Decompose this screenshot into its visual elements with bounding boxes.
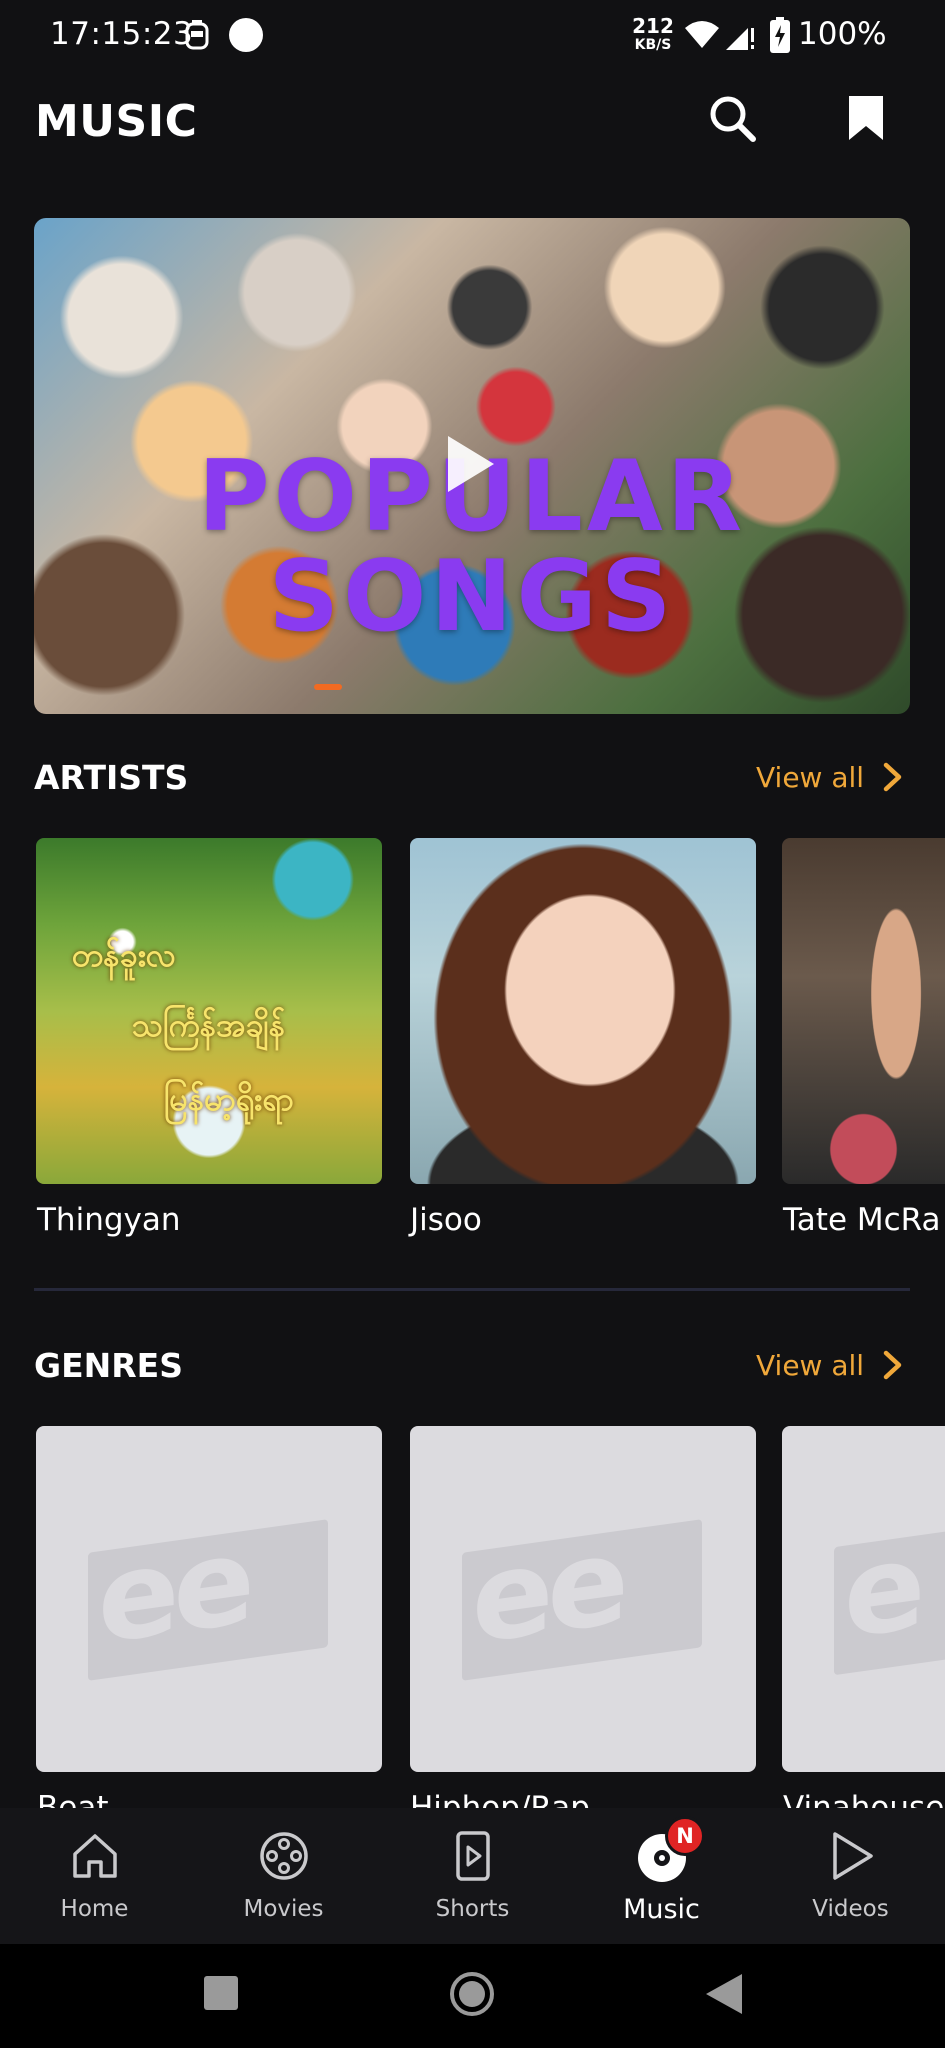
bookmark-icon[interactable] <box>846 94 886 142</box>
nav-item-shorts[interactable]: Shorts <box>378 1808 567 1944</box>
nav-label: Music <box>623 1894 700 1925</box>
battery-percent: 100% <box>798 16 887 52</box>
genre-card-hiphop-rap[interactable]: ee <box>410 1426 756 1772</box>
nav-label: Shorts <box>435 1896 510 1922</box>
home-button-icon[interactable] <box>450 1972 494 2016</box>
chevron-right-icon[interactable] <box>882 1350 904 1380</box>
network-speed: 212 KB/S <box>632 14 674 53</box>
genres-section-title: GENRES <box>34 1346 183 1385</box>
nav-item-videos[interactable]: Videos <box>756 1808 945 1944</box>
chevron-right-icon[interactable] <box>882 762 904 792</box>
battery-charging-icon <box>770 17 790 53</box>
artist-card-jisoo[interactable] <box>410 838 756 1184</box>
page-title: MUSIC <box>35 96 198 147</box>
artist-label[interactable]: Tate McRa <box>783 1202 941 1238</box>
placeholder-logo-text: ee <box>472 1511 623 1672</box>
signal-icon <box>726 28 754 50</box>
notification-app-icon <box>185 20 209 50</box>
genre-card-beat[interactable]: ee <box>36 1426 382 1772</box>
status-time: 17:15:23 <box>50 16 194 52</box>
search-icon[interactable] <box>706 92 758 144</box>
artist-card-thingyan[interactable]: တန်ခူးလ သင်္ကြန်အချိန် မြန်မာ့ရိုးရာ <box>36 838 382 1184</box>
nav-item-music[interactable]: N Music <box>567 1808 756 1944</box>
shorts-icon <box>456 1831 490 1881</box>
artist-card-tate-mcrae[interactable] <box>782 838 945 1184</box>
status-bar: 17:15:23 212 KB/S 100% <box>0 0 945 72</box>
artists-section-title: ARTISTS <box>34 758 189 797</box>
home-icon <box>73 1834 117 1878</box>
back-icon[interactable] <box>706 1974 742 2014</box>
carousel-indicator <box>314 684 342 690</box>
nav-label: Videos <box>812 1896 889 1922</box>
nav-label: Home <box>60 1896 129 1922</box>
genres-view-all-link[interactable]: View all <box>756 1349 864 1382</box>
placeholder-logo-text: e <box>844 1516 920 1667</box>
placeholder-logo-text: ee <box>98 1511 249 1672</box>
notification-badge: N <box>665 1816 705 1856</box>
play-icon <box>833 1832 873 1880</box>
nav-item-movies[interactable]: Movies <box>189 1808 378 1944</box>
nav-label: Movies <box>243 1896 324 1922</box>
wifi-icon <box>685 21 719 48</box>
banner-title-line2: SONGS <box>268 540 676 654</box>
recents-icon[interactable] <box>204 1976 238 2010</box>
artist-label[interactable]: Thingyan <box>37 1202 181 1238</box>
featured-banner[interactable]: POPULAR SONGS <box>34 218 910 714</box>
artists-view-all-link[interactable]: View all <box>756 761 864 794</box>
genre-card-vinahouse[interactable]: e <box>782 1426 945 1772</box>
artist-label[interactable]: Jisoo <box>410 1202 482 1238</box>
artist-art-text-1: တန်ခူးလ <box>72 936 176 974</box>
artist-art-text-3: မြန်မာ့ရိုးရာ <box>164 1080 294 1118</box>
film-reel-icon <box>260 1832 308 1880</box>
artist-art-text-2: သင်္ကြန်အချိန် <box>132 1006 286 1044</box>
notification-dot-icon <box>229 18 263 52</box>
section-divider <box>34 1288 910 1291</box>
play-icon[interactable] <box>448 436 494 492</box>
nav-item-home[interactable]: Home <box>0 1808 189 1944</box>
system-nav-bar <box>0 1944 945 2048</box>
bottom-nav: Home Movies Shorts N Music Videos <box>0 1808 945 1944</box>
